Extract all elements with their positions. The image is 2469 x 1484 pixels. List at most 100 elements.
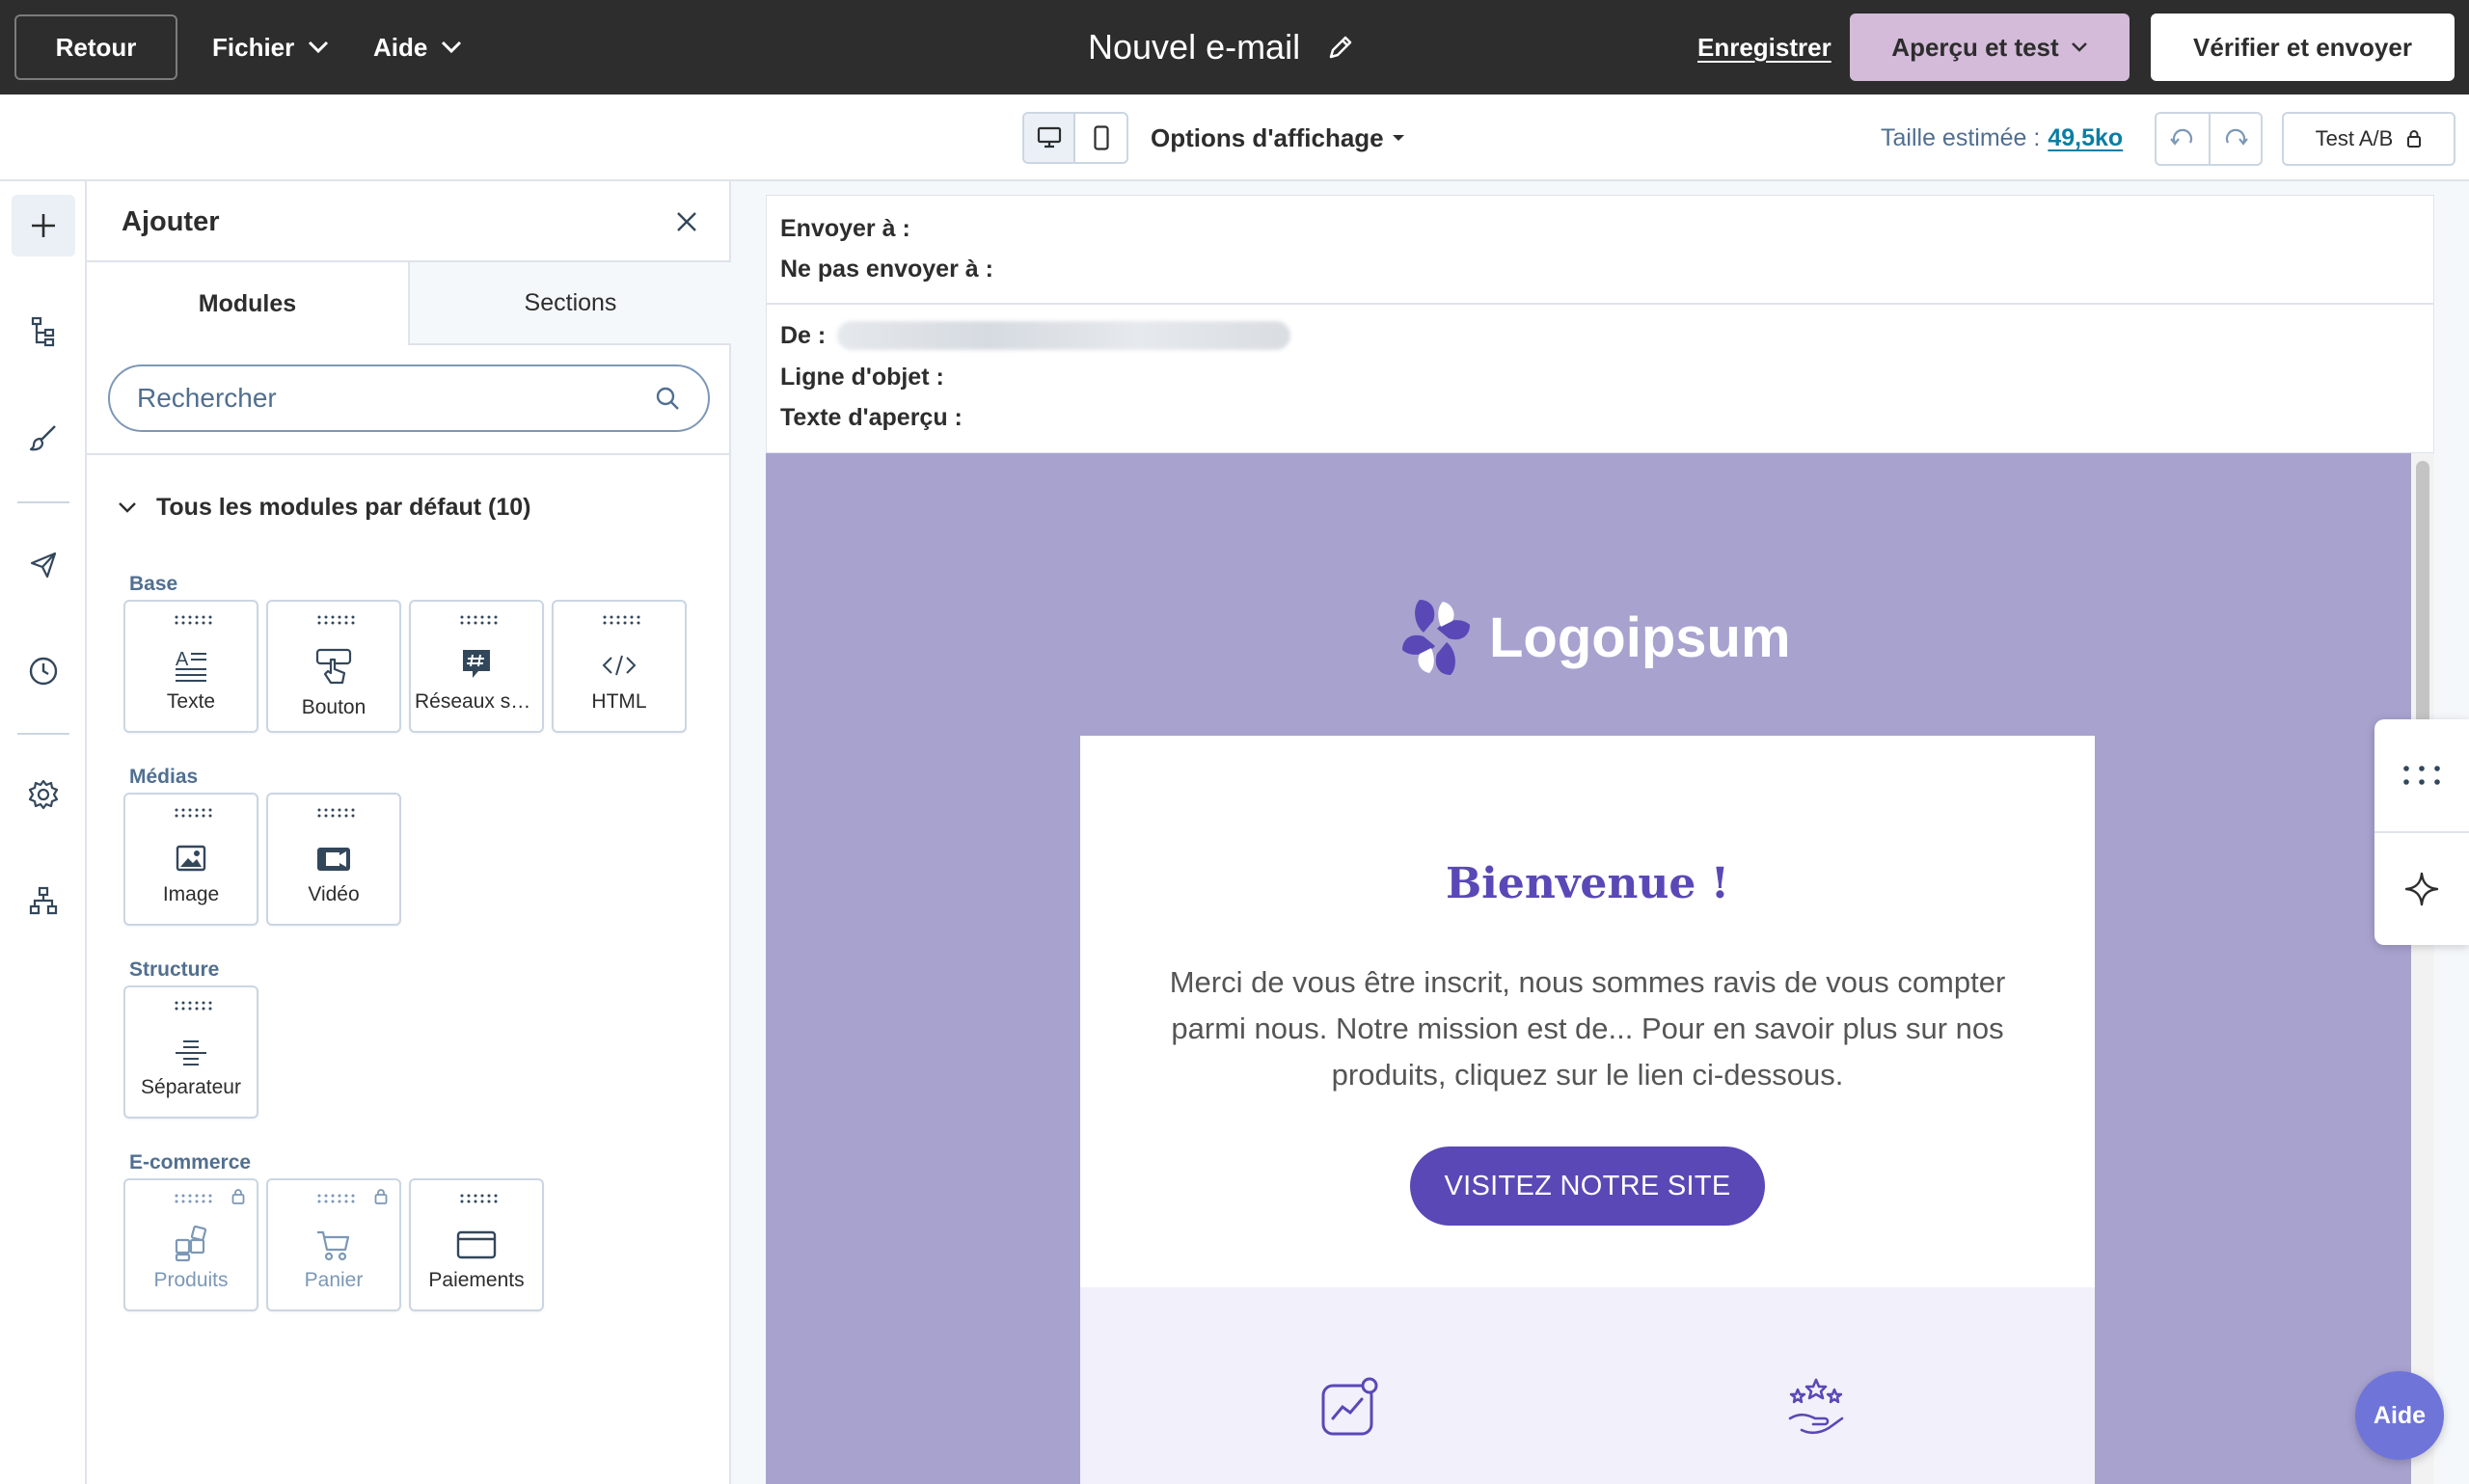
mobile-view-button[interactable] (1075, 114, 1126, 162)
lock-icon (2407, 130, 2422, 148)
display-options-dropdown[interactable]: Options d'affichage (1151, 94, 1405, 181)
image-icon (176, 845, 206, 872)
stars-hand-icon (1788, 1378, 1844, 1435)
plus-icon (32, 214, 55, 237)
module-social[interactable]: Réseaux sociaux (409, 600, 544, 733)
mobile-icon (1093, 125, 1109, 150)
module-group-toggle[interactable]: Tous les modules par défaut (10) (118, 488, 531, 526)
visit-site-button[interactable]: VISITEZ NOTRE SITE (1410, 1147, 1765, 1226)
tab-sections[interactable]: Sections (408, 262, 731, 345)
welcome-card[interactable]: Bienvenue ! Merci de vous être inscrit, … (1080, 736, 2095, 1287)
canvas-scrollbar[interactable] (2411, 453, 2434, 1484)
floating-toolbar (2374, 719, 2469, 945)
help-menu[interactable]: Aide (373, 0, 462, 94)
email-canvas[interactable]: Logoipsum Bienvenue ! Merci de vous être… (766, 453, 2411, 1484)
preview-text-field[interactable]: Texte d'aperçu : (780, 404, 963, 432)
file-menu[interactable]: Fichier (212, 0, 329, 94)
drag-handle-icon (603, 615, 640, 625)
caret-down-icon (1392, 135, 1404, 141)
redo-button[interactable] (2209, 114, 2261, 164)
module-text[interactable]: A Texte (123, 600, 258, 733)
drag-handle-icon (460, 615, 498, 625)
module-image[interactable]: Image (123, 793, 258, 926)
sitemap-icon (29, 886, 58, 915)
toolbar: Options d'affichage Taille estimée : 49,… (0, 94, 2469, 181)
drag-handle-icon (317, 615, 355, 625)
more-options-button[interactable] (2374, 719, 2469, 831)
chevron-down-icon (309, 40, 329, 54)
features-section[interactable] (1080, 1287, 2095, 1484)
chevron-down-icon (442, 40, 462, 54)
category-base: Base (129, 573, 178, 595)
gear-icon (28, 779, 59, 810)
email-title: Nouvel e-mail (1088, 0, 1354, 94)
send-icon (30, 552, 57, 579)
cart-icon (317, 1230, 350, 1261)
desktop-icon (1037, 126, 1061, 148)
tab-modules[interactable]: Modules (87, 262, 408, 345)
module-button[interactable]: Bouton (266, 600, 401, 733)
pencil-icon[interactable] (1327, 34, 1354, 61)
clock-icon (29, 657, 58, 686)
drag-handle-icon (175, 615, 212, 625)
back-button[interactable]: Retour (14, 14, 177, 80)
search-input[interactable] (137, 383, 654, 414)
redacted-sender (837, 321, 1291, 350)
module-video[interactable]: Vidéo (266, 793, 401, 926)
module-cart[interactable]: Panier (266, 1178, 401, 1311)
drag-handle-icon (317, 1194, 355, 1203)
close-icon[interactable] (671, 206, 702, 237)
brush-icon (29, 425, 56, 451)
module-search (108, 364, 710, 432)
logo-mark-icon (1402, 600, 1470, 675)
review-send-button[interactable]: Vérifier et envoyer (2151, 13, 2455, 81)
add-rail-button[interactable] (12, 195, 75, 256)
module-divider[interactable]: Séparateur (123, 985, 258, 1119)
welcome-heading[interactable]: Bienvenue ! (1080, 859, 2095, 908)
design-rail-button[interactable] (12, 407, 75, 469)
rail-divider (17, 733, 69, 735)
save-button[interactable]: Enregistrer (1697, 0, 1831, 94)
preview-test-button[interactable]: Aperçu et test (1850, 13, 2130, 81)
top-bar: Retour Fichier Aide Nouvel e-mail Enregi… (0, 0, 2469, 94)
send-rail-button[interactable] (12, 534, 75, 596)
email-header: Envoyer à : Ne pas envoyer à : De : Lign… (766, 195, 2434, 453)
desktop-view-button[interactable] (1024, 114, 1076, 162)
scrollbar-thumb[interactable] (2416, 461, 2429, 741)
drag-handle-icon (175, 1001, 212, 1011)
undo-button[interactable] (2157, 114, 2209, 164)
subject-field[interactable]: Ligne d'objet : (780, 364, 944, 391)
workflow-rail-button[interactable] (12, 870, 75, 931)
products-grid-icon (175, 1225, 207, 1262)
panel-title: Ajouter (122, 205, 220, 237)
divider (767, 303, 2433, 305)
chevron-down-icon (119, 502, 136, 513)
redo-icon (2225, 128, 2248, 146)
module-html[interactable]: HTML (552, 600, 687, 733)
logo[interactable]: Logoipsum (1398, 596, 1791, 679)
layers-tree-icon (31, 316, 55, 347)
size-value-link[interactable]: 49,5ko (2048, 124, 2123, 152)
help-button[interactable]: Aide (2355, 1371, 2444, 1460)
drag-handle-icon (175, 1194, 212, 1203)
welcome-paragraph[interactable]: Merci de vous être inscrit, nous sommes … (1153, 959, 2021, 1098)
module-products[interactable]: Produits (123, 1178, 258, 1311)
lock-icon (231, 1189, 245, 1204)
estimated-size: Taille estimée : 49,5ko (1881, 123, 2124, 152)
left-icon-rail (0, 181, 87, 1484)
from-field[interactable]: De : (780, 321, 1291, 350)
panel-header: Ajouter (87, 181, 731, 262)
hashtag-bubble-icon (463, 650, 490, 678)
not-to-field[interactable]: Ne pas envoyer à : (780, 256, 993, 283)
history-rail-button[interactable] (12, 640, 75, 702)
settings-rail-button[interactable] (12, 764, 75, 825)
panel-tabs: Modules Sections (87, 262, 731, 345)
ab-test-button[interactable]: Test A/B (2282, 112, 2455, 166)
ai-assistant-button[interactable] (2374, 833, 2469, 945)
to-field[interactable]: Envoyer à : (780, 215, 910, 243)
layers-rail-button[interactable] (12, 301, 75, 363)
search-icon[interactable] (654, 385, 681, 412)
divider (87, 453, 731, 455)
module-payments[interactable]: Paiements (409, 1178, 544, 1311)
undo-icon (2170, 128, 2193, 146)
